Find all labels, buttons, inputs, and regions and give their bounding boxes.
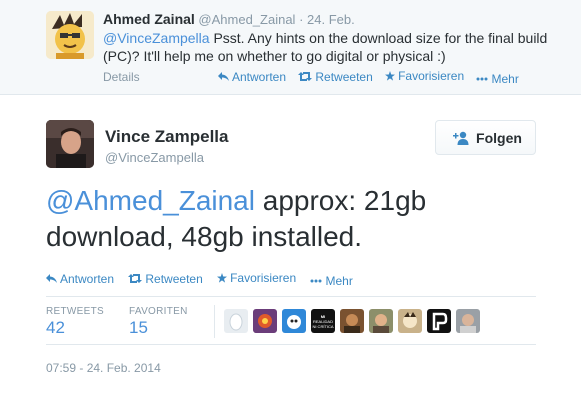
author-name[interactable]: Vince Zampella [105, 127, 228, 147]
favorite-button[interactable]: Favorisieren [217, 271, 296, 285]
tweet-text: @VinceZampella Psst. Any hints on the do… [103, 29, 553, 65]
mention-link[interactable]: @VinceZampella [103, 30, 210, 46]
retweet-label: Retweeten [145, 271, 203, 286]
favorite-label: Favorisieren [230, 271, 297, 285]
divider [46, 344, 536, 345]
reply-label: Antworten [60, 271, 115, 286]
favorites-count[interactable]: 15 [129, 318, 148, 338]
favorite-icon [217, 273, 228, 283]
tweet-text: @Ahmed_Zainal approx: 21gb download, 48g… [46, 183, 546, 255]
avatar[interactable] [427, 309, 451, 333]
tweet-timestamp[interactable]: 07:59 - 24. Feb. 2014 [46, 361, 161, 375]
author-handle[interactable]: @Ahmed_Zainal [198, 12, 295, 27]
retweet-icon [128, 274, 143, 283]
favorite-button[interactable]: Favorisieren [385, 69, 464, 83]
more-button[interactable]: Mehr [476, 72, 519, 86]
divider [46, 296, 536, 297]
retweet-icon [298, 72, 313, 81]
follow-user-icon [453, 131, 469, 145]
avatar[interactable] [224, 309, 248, 333]
tweet-date[interactable]: · 24. Feb. [299, 12, 355, 27]
reply-label: Antworten [232, 69, 287, 84]
favorite-label: Favorisieren [398, 69, 465, 83]
avatar[interactable] [340, 309, 364, 333]
avatar[interactable] [282, 309, 306, 333]
stats-separator [214, 305, 215, 338]
reply-icon [218, 72, 229, 81]
avatar[interactable]: MI REALIDAD NI CRÍTICA [311, 309, 335, 333]
tweet-actions: Antworten Retweeten Favorisieren Mehr [218, 69, 528, 86]
author-name[interactable]: Ahmed Zainal [103, 11, 195, 27]
avatar[interactable] [46, 120, 94, 168]
more-icon [476, 77, 488, 81]
reply-button[interactable]: Antworten [218, 70, 286, 84]
tweet-actions: Antworten Retweeten Favorisieren Mehr [46, 271, 364, 288]
follow-button[interactable]: Folgen [435, 120, 536, 155]
parent-header: Ahmed Zainal @Ahmed_Zainal · 24. Feb. [103, 11, 355, 28]
avatar[interactable] [369, 309, 393, 333]
reply-icon [46, 274, 57, 283]
avatar[interactable] [456, 309, 480, 333]
reply-button[interactable]: Antworten [46, 272, 114, 286]
svg-text:NI CRÍTICA: NI CRÍTICA [312, 324, 333, 329]
more-label: Mehr [325, 274, 353, 288]
avatar[interactable] [253, 309, 277, 333]
avatar[interactable] [398, 309, 422, 333]
retweets-label[interactable]: RETWEETS [46, 306, 104, 317]
follow-label: Folgen [476, 129, 522, 146]
mention-link[interactable]: @Ahmed_Zainal [46, 185, 255, 216]
details-link[interactable]: Details [103, 70, 140, 84]
more-label: Mehr [491, 72, 519, 86]
retweet-button[interactable]: Retweeten [298, 69, 373, 84]
more-icon [310, 279, 322, 283]
favorites-label[interactable]: FAVORITEN [129, 306, 188, 317]
retweet-label: Retweeten [315, 69, 373, 84]
more-button[interactable]: Mehr [310, 274, 353, 288]
parent-tweet: Ahmed Zainal @Ahmed_Zainal · 24. Feb. @V… [0, 0, 581, 95]
avatar[interactable] [46, 11, 94, 59]
retweet-button[interactable]: Retweeten [128, 271, 203, 286]
favorite-icon [385, 71, 396, 81]
favoriter-avatars: MI REALIDAD NI CRÍTICA [224, 309, 485, 333]
author-handle[interactable]: @VinceZampella [105, 150, 204, 165]
retweets-count[interactable]: 42 [46, 318, 65, 338]
